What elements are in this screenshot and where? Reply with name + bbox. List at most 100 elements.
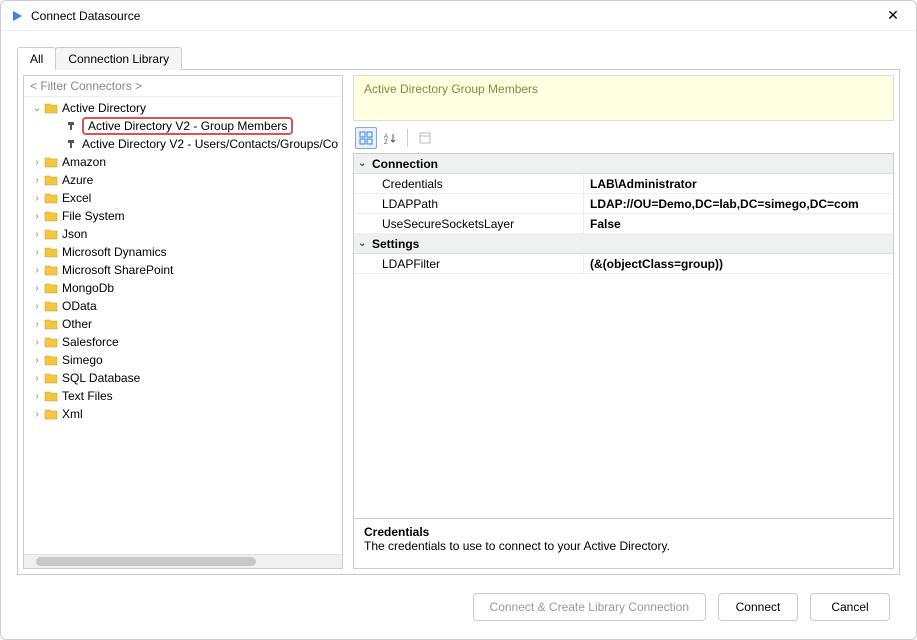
property-group-header[interactable]: ⌄Settings — [354, 234, 893, 254]
cancel-button[interactable]: Cancel — [810, 593, 890, 621]
tree-label: Active Directory V2 - Users/Contacts/Gro… — [82, 137, 338, 151]
folder-icon — [44, 209, 58, 223]
tree-node-folder[interactable]: › SQL Database — [24, 369, 342, 387]
chevron-right-icon[interactable]: › — [30, 265, 44, 276]
connect-create-library-button[interactable]: Connect & Create Library Connection — [473, 593, 706, 621]
chevron-right-icon[interactable]: › — [30, 157, 44, 168]
property-row[interactable]: CredentialsLAB\Administrator — [354, 174, 893, 194]
chevron-right-icon[interactable]: › — [30, 211, 44, 222]
tree-node-folder[interactable]: › Microsoft Dynamics — [24, 243, 342, 261]
property-row[interactable]: LDAPPathLDAP://OU=Demo,DC=lab,DC=simego,… — [354, 194, 893, 214]
filter-connectors-input[interactable]: < Filter Connectors > — [24, 76, 342, 97]
tree-label: Json — [62, 227, 87, 241]
tree-node-folder[interactable]: ›Salesforce — [24, 333, 342, 351]
chevron-right-icon[interactable]: › — [30, 193, 44, 204]
connector-icon — [64, 119, 78, 133]
tree-label: Active Directory V2 - Group Members — [82, 117, 293, 135]
property-name: LDAPFilter — [354, 254, 584, 273]
folder-icon — [44, 101, 58, 115]
tab-connection-library[interactable]: Connection Library — [55, 47, 182, 70]
tree-node-folder[interactable]: ›Azure — [24, 171, 342, 189]
chevron-right-icon[interactable]: › — [30, 229, 44, 240]
tree-node-folder[interactable]: › Amazon — [24, 153, 342, 171]
folder-icon — [44, 317, 58, 331]
folder-icon — [44, 191, 58, 205]
tree-label: Other — [62, 317, 92, 331]
folder-icon — [44, 227, 58, 241]
tree-label: MongoDb — [62, 281, 114, 295]
chevron-right-icon[interactable]: › — [30, 319, 44, 330]
folder-icon — [44, 407, 58, 421]
property-value[interactable]: False — [584, 214, 893, 233]
property-group-header[interactable]: ⌄Connection — [354, 154, 893, 174]
folder-icon — [44, 371, 58, 385]
chevron-down-icon[interactable]: ⌄ — [358, 238, 372, 249]
tree-label: Xml — [62, 407, 83, 421]
chevron-down-icon[interactable]: ⌄ — [30, 103, 44, 114]
folder-icon — [44, 281, 58, 295]
tree-label: Microsoft SharePoint — [62, 263, 173, 277]
tree-node-folder[interactable]: › Other — [24, 315, 342, 333]
app-icon — [9, 8, 25, 24]
tree-node-folder[interactable]: ›OData — [24, 297, 342, 315]
chevron-right-icon[interactable]: › — [30, 373, 44, 384]
tree-label: Amazon — [62, 155, 106, 169]
window-title: Connect Datasource — [31, 9, 878, 23]
tree-label: Text Files — [62, 389, 113, 403]
property-value[interactable]: (&(objectClass=group)) — [584, 254, 893, 273]
chevron-down-icon[interactable]: ⌄ — [358, 158, 372, 169]
property-row[interactable]: LDAPFilter(&(objectClass=group)) — [354, 254, 893, 274]
chevron-right-icon[interactable]: › — [30, 391, 44, 402]
tree-node-folder[interactable]: › MongoDb — [24, 279, 342, 297]
property-pages-button[interactable] — [414, 127, 436, 149]
tree-node-folder[interactable]: › Microsoft SharePoint — [24, 261, 342, 279]
folder-icon — [44, 299, 58, 313]
chevron-right-icon[interactable]: › — [30, 355, 44, 366]
property-value[interactable]: LAB\Administrator — [584, 174, 893, 193]
propgrid-toolbar: AZ — [353, 121, 894, 153]
tree-node-folder[interactable]: › Simego — [24, 351, 342, 369]
tree-node-folder[interactable]: ›File System — [24, 207, 342, 225]
alphabetical-view-button[interactable]: AZ — [379, 127, 401, 149]
chevron-right-icon[interactable]: › — [30, 283, 44, 294]
tree-node-folder[interactable]: › Text Files — [24, 387, 342, 405]
property-description-text: The credentials to use to connect to you… — [364, 539, 883, 553]
connector-tree-panel: < Filter Connectors > ⌄ Active Directory… — [23, 75, 343, 569]
tab-all[interactable]: All — [17, 47, 56, 70]
close-button[interactable]: ✕ — [878, 7, 908, 24]
connector-tree[interactable]: ⌄ Active Directory Active Directory V2 -… — [24, 97, 342, 554]
property-description-title: Credentials — [364, 525, 883, 539]
connector-title-banner: Active Directory Group Members — [353, 75, 894, 121]
svg-text:Z: Z — [384, 140, 388, 145]
property-row[interactable]: UseSecureSocketsLayerFalse — [354, 214, 893, 234]
tree-node-folder[interactable]: ›Excel — [24, 189, 342, 207]
tree-label: Simego — [62, 353, 103, 367]
folder-icon — [44, 353, 58, 367]
chevron-right-icon[interactable]: › — [30, 247, 44, 258]
toolbar-separator — [407, 129, 408, 147]
property-group-name: Settings — [372, 237, 419, 251]
connect-button[interactable]: Connect — [718, 593, 798, 621]
folder-icon — [44, 335, 58, 349]
tree-node-ad-users[interactable]: Active Directory V2 - Users/Contacts/Gro… — [24, 135, 342, 153]
horizontal-scrollbar[interactable] — [24, 554, 342, 568]
tree-node-folder[interactable]: › Xml — [24, 405, 342, 423]
property-grid: ⌄ConnectionCredentialsLAB\AdministratorL… — [353, 153, 894, 569]
chevron-right-icon[interactable]: › — [30, 301, 44, 312]
tree-label: Active Directory — [62, 101, 146, 115]
folder-icon — [44, 245, 58, 259]
chevron-right-icon[interactable]: › — [30, 337, 44, 348]
tree-node-folder[interactable]: › Json — [24, 225, 342, 243]
tree-label: SQL Database — [62, 371, 140, 385]
folder-icon — [44, 173, 58, 187]
folder-icon — [44, 155, 58, 169]
property-group-name: Connection — [372, 157, 438, 171]
chevron-right-icon[interactable]: › — [30, 175, 44, 186]
property-value[interactable]: LDAP://OU=Demo,DC=lab,DC=simego,DC=com — [584, 194, 893, 213]
tree-node-ad-group-members[interactable]: Active Directory V2 - Group Members — [24, 117, 342, 135]
scrollbar-thumb[interactable] — [36, 557, 256, 566]
chevron-right-icon[interactable]: › — [30, 409, 44, 420]
tree-node-active-directory[interactable]: ⌄ Active Directory — [24, 99, 342, 117]
tree-label: Microsoft Dynamics — [62, 245, 167, 259]
categorized-view-button[interactable] — [355, 127, 377, 149]
